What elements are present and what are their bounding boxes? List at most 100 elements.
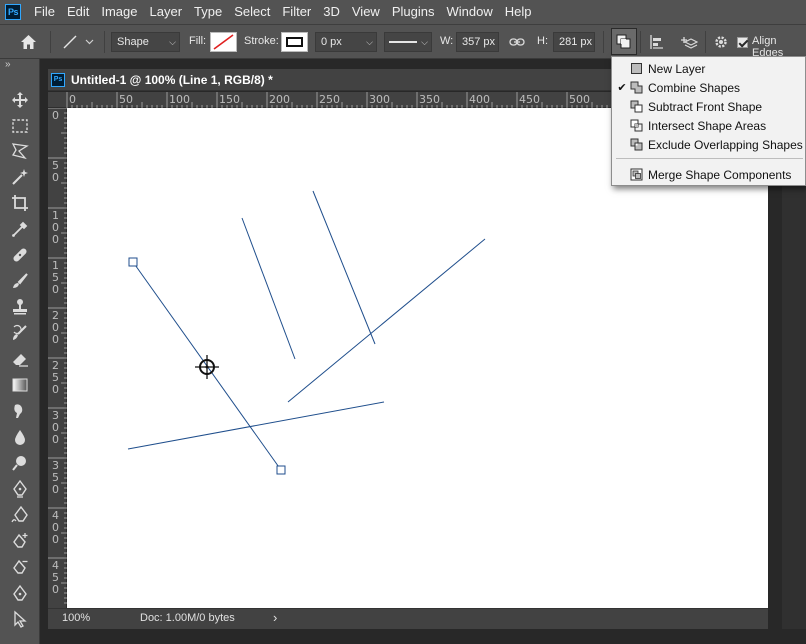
path-selection-tool[interactable] — [8, 607, 32, 630]
separator — [603, 31, 604, 53]
clone-stamp-tool-icon — [13, 298, 27, 314]
status-menu-arrow-icon[interactable]: › — [273, 610, 277, 625]
eraser-tool[interactable] — [8, 347, 32, 370]
history-brush-tool[interactable] — [8, 321, 32, 344]
separator — [104, 31, 105, 53]
height-label: H: — [537, 35, 548, 47]
ruler-label: 350 — [419, 93, 440, 106]
delete-anchor-tool-icon — [13, 559, 28, 574]
clone-stamp-tool[interactable] — [8, 295, 32, 318]
stroke-type-select[interactable]: ⌵ — [384, 32, 432, 52]
ruler-label: 450 — [519, 93, 540, 106]
gradient-tool[interactable] — [8, 373, 32, 396]
align-edges-checkbox[interactable] — [737, 37, 748, 48]
intersect-shape-areas-icon — [630, 119, 643, 132]
vertical-ruler[interactable]: 050100150200250300350400450 — [48, 108, 67, 608]
chevron-down-icon: ⌵ — [169, 37, 176, 47]
home-button[interactable] — [14, 30, 42, 54]
link-icon — [509, 38, 525, 46]
line-path[interactable] — [127, 401, 385, 450]
convert-point-tool[interactable] — [8, 581, 32, 604]
menu-item-merge-shape-components[interactable]: Merge Shape Components — [612, 165, 806, 184]
collapse-panel-icon[interactable]: » — [5, 59, 11, 70]
dodge-tool[interactable] — [8, 451, 32, 474]
line-path[interactable] — [287, 238, 486, 403]
ruler-label: 500 — [569, 93, 590, 106]
add-anchor-tool[interactable] — [8, 529, 32, 552]
eyedropper-tool[interactable] — [8, 217, 32, 240]
menu-select[interactable]: Select — [228, 0, 276, 24]
magic-wand-tool[interactable] — [8, 165, 32, 188]
healing-brush-tool[interactable] — [8, 243, 32, 266]
pen-tool[interactable] — [8, 477, 32, 500]
exclude-overlapping-shapes-icon — [630, 138, 643, 151]
blur-tool-icon — [15, 429, 25, 445]
separator — [50, 31, 51, 53]
anchor-point[interactable] — [276, 465, 286, 475]
ruler-label: 250 — [319, 93, 340, 106]
combine-shapes-icon — [630, 81, 643, 94]
tool-mode-select[interactable]: Shape ⌵ — [111, 32, 180, 52]
menu-window[interactable]: Window — [440, 0, 498, 24]
move-tool[interactable] — [8, 88, 32, 111]
menu-type[interactable]: Type — [188, 0, 228, 24]
menu-3d[interactable]: 3D — [317, 0, 346, 24]
delete-anchor-tool[interactable] — [8, 555, 32, 578]
brush-tool[interactable] — [8, 269, 32, 292]
blur-tool[interactable] — [8, 425, 32, 448]
checkmark-icon: ✔ — [617, 82, 627, 94]
line-path[interactable] — [312, 190, 376, 345]
stroke-width-field[interactable]: 0 px ⌵ — [315, 32, 377, 52]
line-path[interactable] — [241, 217, 296, 360]
link-dimensions-button[interactable] — [506, 30, 528, 54]
settings-button[interactable] — [710, 30, 732, 54]
path-operations-menu: New Layer ✔ Combine Shapes Subtract Fron… — [611, 56, 806, 186]
stroke-width-value: 0 px — [321, 36, 342, 48]
menu-item-new-layer[interactable]: New Layer — [612, 59, 806, 78]
freeform-pen-tool[interactable] — [8, 503, 32, 526]
crop-tool-icon — [12, 194, 28, 211]
width-field[interactable]: 357 px — [456, 32, 499, 52]
smudge-tool[interactable] — [8, 399, 32, 422]
menu-image[interactable]: Image — [95, 0, 143, 24]
menu-edit[interactable]: Edit — [61, 0, 95, 24]
anchor-point[interactable] — [128, 257, 138, 267]
fill-label: Fill: — [189, 35, 207, 47]
ruler-label: 0 — [52, 283, 59, 296]
eyedropper-tool-icon — [12, 221, 28, 237]
path-operations-button[interactable] — [611, 28, 637, 55]
crop-tool[interactable] — [8, 191, 32, 214]
menu-separator — [616, 158, 803, 159]
width-label: W: — [440, 35, 454, 47]
menu-item-intersect-shape-areas[interactable]: Intersect Shape Areas — [612, 116, 806, 135]
zoom-level[interactable]: 100% — [62, 612, 90, 624]
stroke-swatch[interactable] — [281, 32, 308, 52]
lasso-tool[interactable] — [8, 139, 32, 162]
menu-file[interactable]: File — [28, 0, 61, 24]
menu-layer[interactable]: Layer — [144, 0, 189, 24]
crosshair-cursor-icon — [195, 355, 219, 379]
menu-filter[interactable]: Filter — [276, 0, 317, 24]
ruler-label: 0 — [69, 93, 76, 106]
smudge-tool-icon — [14, 403, 23, 418]
menu-item-label: Intersect Shape Areas — [648, 118, 767, 133]
menu-item-exclude-overlapping-shapes[interactable]: Exclude Overlapping Shapes — [612, 135, 806, 154]
menu-plugins[interactable]: Plugins — [386, 0, 441, 24]
ruler-label: 0 — [52, 333, 59, 346]
menu-view[interactable]: View — [346, 0, 386, 24]
ruler-label: 150 — [219, 93, 240, 106]
options-bar: Shape ⌵ Fill: Stroke: 0 px ⌵ ⌵ W: 357 px… — [0, 24, 806, 59]
tool-preset-picker[interactable] — [57, 30, 97, 54]
path-arrangement-button[interactable] — [676, 30, 700, 54]
photoshop-logo-icon: Ps — [5, 4, 21, 20]
marquee-tool[interactable] — [8, 114, 32, 137]
menu-item-subtract-front-shape[interactable]: Subtract Front Shape — [612, 97, 806, 116]
bottom-strip — [40, 629, 806, 644]
ruler-label: 0 — [52, 383, 59, 396]
menu-item-combine-shapes[interactable]: ✔ Combine Shapes — [612, 78, 806, 97]
path-alignment-button[interactable] — [645, 30, 669, 54]
fill-swatch[interactable] — [210, 32, 237, 52]
height-field[interactable]: 281 px — [553, 32, 595, 52]
magic-wand-tool-icon — [12, 168, 28, 185]
menu-help[interactable]: Help — [499, 0, 538, 24]
